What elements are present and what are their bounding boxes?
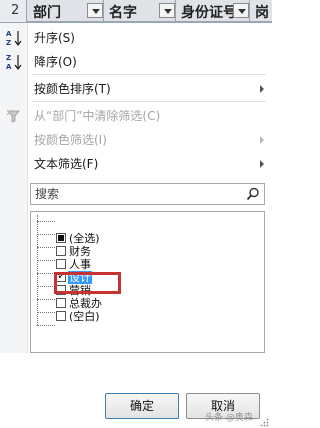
filter-item-select-all[interactable]: (全选) (31, 232, 261, 245)
tree-connector (37, 221, 55, 222)
menu-item-label: 从“部门”中清除筛选(C) (34, 109, 161, 123)
filter-dropdown-button-department[interactable] (87, 3, 103, 18)
menu-item-label: 升序(S) (34, 31, 75, 45)
menu-item-label: 文本筛选(F) (34, 157, 99, 171)
row-number: 2 (0, 0, 27, 22)
clear-filter-icon (5, 107, 23, 125)
menu-item-text-filter[interactable]: 文本筛选(F) (0, 151, 272, 175)
checkbox[interactable] (56, 259, 66, 269)
checkbox[interactable] (56, 311, 66, 321)
svg-text:A: A (6, 63, 12, 71)
filter-item-label: (全选) (69, 232, 100, 245)
filter-item[interactable]: (空白) (31, 310, 261, 323)
menu-item-label: 降序(O) (34, 55, 77, 69)
ok-button[interactable]: 确定 (105, 393, 179, 419)
menu-item-sort-descending[interactable]: Z A 降序(O) (0, 49, 272, 73)
tree-connector (37, 325, 55, 326)
menu-separator (32, 101, 266, 102)
filter-item-label: 财务 (69, 245, 91, 258)
resize-grip-icon[interactable] (260, 416, 269, 427)
submenu-arrow-icon (260, 136, 264, 144)
svg-text:A: A (6, 30, 12, 38)
checkbox[interactable] (56, 298, 66, 308)
column-header-label: 岗 (255, 5, 269, 21)
menu-item-label: 按颜色筛选(I) (34, 133, 107, 147)
column-header-label: 名字 (109, 5, 137, 21)
column-header-label: 部门 (33, 5, 61, 21)
filter-item[interactable]: 总裁办 (31, 297, 261, 310)
menu-item-clear-filter[interactable]: 从“部门”中清除筛选(C) (0, 103, 272, 127)
search-icon[interactable] (246, 187, 260, 201)
submenu-arrow-icon (260, 160, 264, 168)
filter-item-label: (空白) (69, 310, 100, 323)
filter-dropdown-button-id-number[interactable] (233, 3, 249, 18)
filter-item-label: 总裁办 (69, 297, 102, 310)
svg-text:Z: Z (6, 39, 11, 47)
search-input[interactable] (35, 186, 240, 202)
svg-text:Z: Z (6, 54, 11, 62)
watermark: 头条 @奥森 (205, 413, 253, 423)
menu-item-sort-ascending[interactable]: A Z 升序(S) (0, 25, 272, 49)
sort-descending-icon: Z A (5, 53, 23, 71)
column-header-position[interactable]: 岗 (250, 0, 272, 22)
filter-item[interactable]: 财务 (31, 245, 261, 258)
autofilter-popup: A Z 升序(S) Z A 降序(O) 按颜色排序(T) 从“部门”中清除筛选(… (0, 22, 272, 428)
highlight-annotation-box (54, 272, 121, 294)
checkbox[interactable] (56, 233, 66, 243)
column-header-row: 2 部门 名字 身份证号 岗 (0, 0, 272, 22)
submenu-arrow-icon (260, 85, 264, 93)
filter-item-label: 人事 (69, 258, 91, 271)
sort-ascending-icon: A Z (5, 29, 23, 47)
filter-search-box[interactable] (30, 183, 265, 205)
checkbox[interactable] (56, 246, 66, 256)
menu-separator (32, 74, 266, 75)
menu-item-sort-by-color[interactable]: 按颜色排序(T) (0, 76, 272, 100)
column-header-label: 身份证号 (181, 5, 237, 21)
menu-item-filter-by-color[interactable]: 按颜色筛选(I) (0, 127, 272, 151)
menu-item-label: 按颜色排序(T) (34, 82, 111, 96)
filter-dropdown-button-name[interactable] (159, 3, 175, 18)
